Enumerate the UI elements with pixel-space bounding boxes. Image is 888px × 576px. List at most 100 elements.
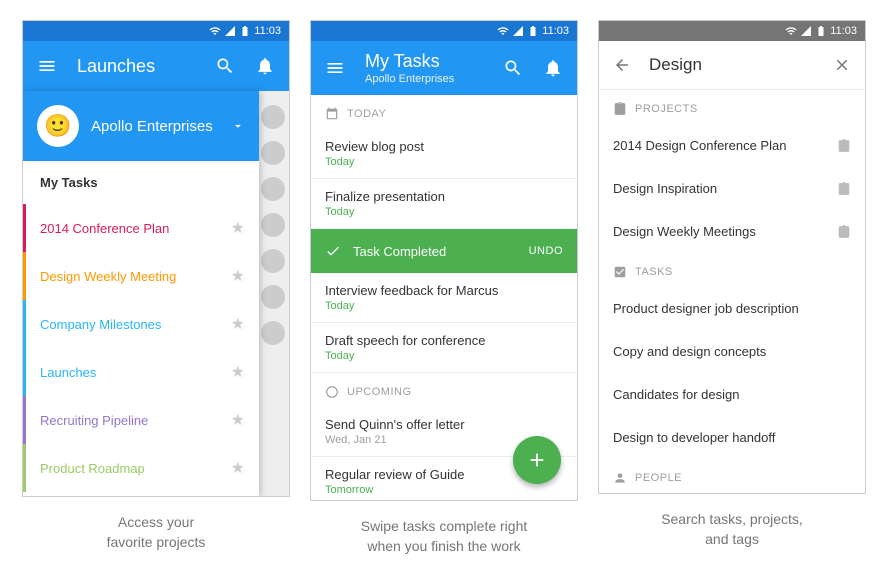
- wifi-icon: [209, 25, 221, 37]
- search-result-task[interactable]: Design to developer handoff: [599, 416, 865, 459]
- bell-icon[interactable]: [255, 56, 275, 76]
- battery-icon: [239, 25, 251, 37]
- nav-view-all[interactable]: View All Projects: [23, 492, 259, 497]
- sidebar-project[interactable]: Product Roadmap★: [23, 444, 259, 492]
- wifi-icon: [497, 25, 509, 37]
- app-title: My Tasks: [365, 51, 483, 72]
- project-label: Recruiting Pipeline: [40, 413, 231, 428]
- sidebar-project[interactable]: 2014 Conference Plan★: [23, 204, 259, 252]
- fab-add-task[interactable]: [513, 436, 561, 484]
- search-bar: Design: [599, 41, 865, 90]
- calendar-icon: [325, 107, 339, 121]
- wifi-icon: [785, 25, 797, 37]
- search-result-task[interactable]: Copy and design concepts: [599, 330, 865, 373]
- task-title: Draft speech for conference: [325, 333, 563, 348]
- project-label: Company Milestones: [40, 317, 231, 332]
- back-icon[interactable]: [613, 56, 631, 74]
- close-icon[interactable]: [833, 56, 851, 74]
- task-title: Review blog post: [325, 139, 563, 154]
- chevron-down-icon: [231, 119, 245, 133]
- search-result-task[interactable]: Product designer job description: [599, 287, 865, 330]
- search-result-task[interactable]: Candidates for design: [599, 373, 865, 416]
- section-tasks: TASKS: [599, 253, 865, 287]
- battery-icon: [527, 25, 539, 37]
- star-icon[interactable]: ★: [231, 266, 245, 286]
- task-meta: Tomorrow: [325, 484, 563, 496]
- project-label: Launches: [40, 365, 231, 380]
- circle-icon: [325, 385, 339, 399]
- sidebar-project[interactable]: Company Milestones★: [23, 300, 259, 348]
- task-meta: Today: [325, 350, 563, 362]
- screen-launches: 11:03 Launches 🙂 Apollo Enterprises: [22, 20, 290, 497]
- status-time: 11:03: [542, 25, 569, 37]
- task-item[interactable]: Finalize presentation Today: [311, 179, 577, 229]
- status-time: 11:03: [830, 25, 857, 37]
- project-label: 2014 Conference Plan: [40, 221, 231, 236]
- project-label: Design Weekly Meeting: [40, 269, 231, 284]
- clipboard-icon: [613, 102, 627, 116]
- project-label: Product Roadmap: [40, 461, 231, 476]
- navigation-drawer: 🙂 Apollo Enterprises My Tasks 2014 Confe…: [23, 91, 259, 496]
- star-icon[interactable]: ★: [231, 218, 245, 238]
- nav-my-tasks[interactable]: My Tasks: [23, 161, 259, 204]
- star-icon[interactable]: ★: [231, 410, 245, 430]
- background-avatars: [257, 91, 289, 496]
- checkbox-icon: [613, 265, 627, 279]
- signal-icon: [512, 25, 524, 37]
- task-item[interactable]: Interview feedback for Marcus Today: [311, 273, 577, 323]
- app-bar: My Tasks Apollo Enterprises: [311, 41, 577, 95]
- clipboard-icon: [837, 139, 851, 153]
- sidebar-project[interactable]: Launches★: [23, 348, 259, 396]
- star-icon[interactable]: ★: [231, 362, 245, 382]
- sidebar-project[interactable]: Design Weekly Meeting★: [23, 252, 259, 300]
- menu-icon[interactable]: [37, 56, 57, 76]
- task-title: Finalize presentation: [325, 189, 563, 204]
- task-item[interactable]: Review blog post Today: [311, 129, 577, 179]
- signal-icon: [224, 25, 236, 37]
- sidebar-project[interactable]: Recruiting Pipeline★: [23, 396, 259, 444]
- section-people: PEOPLE: [599, 459, 865, 493]
- bell-icon[interactable]: [543, 58, 563, 78]
- task-meta: Today: [325, 206, 563, 218]
- status-time: 11:03: [254, 25, 281, 37]
- section-upcoming: UPCOMING: [311, 373, 577, 407]
- menu-icon[interactable]: [325, 58, 345, 78]
- star-icon[interactable]: ★: [231, 458, 245, 478]
- battery-icon: [815, 25, 827, 37]
- avatar: 🙂: [37, 105, 79, 147]
- app-subtitle: Apollo Enterprises: [365, 73, 483, 85]
- task-item[interactable]: Draft speech for conference Today: [311, 323, 577, 373]
- status-bar: 11:03: [23, 21, 289, 41]
- caption: Search tasks, projects,and tags: [598, 510, 866, 549]
- section-today: TODAY: [311, 95, 577, 129]
- task-meta: Today: [325, 300, 563, 312]
- clipboard-icon: [837, 182, 851, 196]
- app-bar: Launches: [23, 41, 289, 91]
- org-name: Apollo Enterprises: [91, 118, 219, 135]
- completed-banner: Task Completed UNDO: [311, 229, 577, 273]
- star-icon[interactable]: ★: [231, 314, 245, 334]
- screen-search: 11:03 Design PROJECTS 2014 Design Confer…: [598, 20, 866, 494]
- search-result-project[interactable]: Design Inspiration: [599, 167, 865, 210]
- task-meta: Today: [325, 156, 563, 168]
- completed-message: Task Completed: [353, 244, 517, 259]
- org-switcher[interactable]: 🙂 Apollo Enterprises: [23, 91, 259, 161]
- search-input[interactable]: Design: [649, 55, 815, 75]
- person-icon: [613, 471, 627, 485]
- task-title: Send Quinn's offer letter: [325, 417, 563, 432]
- search-result-project[interactable]: 2014 Design Conference Plan: [599, 124, 865, 167]
- task-title: Interview feedback for Marcus: [325, 283, 563, 298]
- plus-icon: [526, 449, 548, 471]
- search-icon[interactable]: [503, 58, 523, 78]
- caption: Access yourfavorite projects: [22, 513, 290, 552]
- app-title: Launches: [77, 56, 195, 77]
- signal-icon: [800, 25, 812, 37]
- status-bar: 11:03: [599, 21, 865, 41]
- section-projects: PROJECTS: [599, 90, 865, 124]
- clipboard-icon: [837, 225, 851, 239]
- search-result-project[interactable]: Design Weekly Meetings: [599, 210, 865, 253]
- search-icon[interactable]: [215, 56, 235, 76]
- caption: Swipe tasks complete rightwhen you finis…: [310, 517, 578, 556]
- undo-button[interactable]: UNDO: [529, 245, 563, 257]
- check-icon: [325, 243, 341, 259]
